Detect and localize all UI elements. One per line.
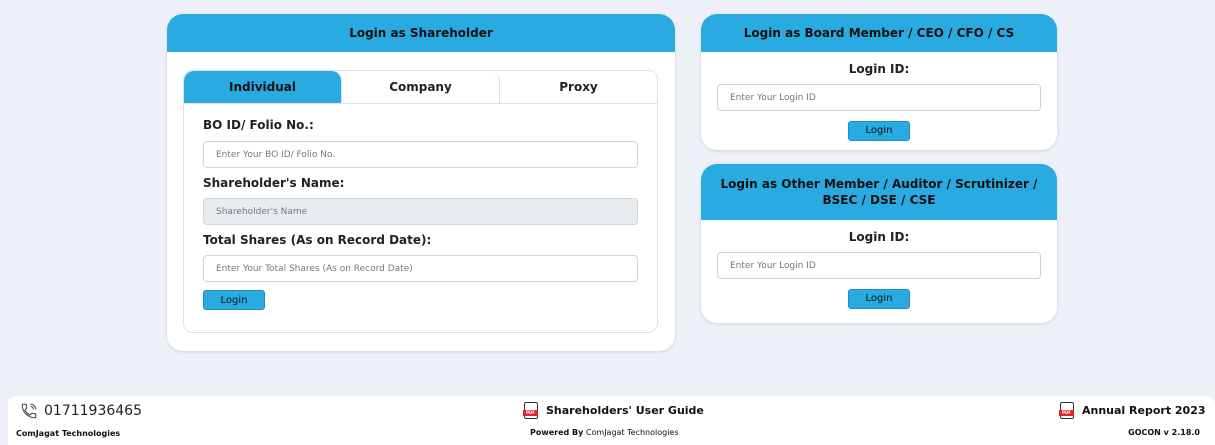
shareholder-login-button[interactable]: Login bbox=[203, 290, 265, 310]
other-login-id-input[interactable] bbox=[717, 252, 1041, 279]
version-label: GOCON v 2.18.0 bbox=[1128, 428, 1200, 437]
footer: 01711936465 ComJagat Technologies Shareh… bbox=[8, 396, 1215, 445]
board-login-id-input[interactable] bbox=[717, 84, 1041, 111]
shareholder-name-label: Shareholder's Name: bbox=[203, 176, 345, 190]
board-login-id-label: Login ID: bbox=[848, 62, 910, 76]
pdf-icon bbox=[523, 402, 538, 419]
bo-id-label: BO ID/ Folio No.: bbox=[203, 118, 314, 132]
board-login-button[interactable]: Login bbox=[848, 120, 910, 141]
other-login-id-label: Login ID: bbox=[848, 230, 910, 244]
powered-by: Powered By ComJagat Technologies bbox=[530, 428, 679, 437]
shareholder-tabs-panel: Individual Company Proxy BO ID/ Folio No… bbox=[183, 70, 658, 333]
board-login-title: Login as Board Member / CEO / CFO / CS bbox=[701, 14, 1057, 52]
other-login-button[interactable]: Login bbox=[848, 288, 910, 309]
other-login-title: Login as Other Member / Auditor / Scruti… bbox=[701, 164, 1057, 220]
tab-proxy[interactable]: Proxy bbox=[500, 71, 657, 103]
board-login-card: Login as Board Member / CEO / CFO / CS L… bbox=[701, 14, 1057, 150]
total-shares-label: Total Shares (As on Record Date): bbox=[203, 233, 432, 247]
total-shares-input[interactable] bbox=[203, 255, 638, 282]
shareholder-name-input bbox=[203, 198, 638, 225]
bo-id-input[interactable] bbox=[203, 141, 638, 168]
user-guide-link[interactable]: Shareholders' User Guide bbox=[523, 402, 704, 419]
other-login-card: Login as Other Member / Auditor / Scruti… bbox=[701, 164, 1057, 323]
shareholder-login-title: Login as Shareholder bbox=[167, 14, 675, 52]
powered-by-prefix: Powered By bbox=[530, 428, 584, 437]
footer-company: ComJagat Technologies bbox=[16, 429, 121, 438]
tab-company[interactable]: Company bbox=[342, 71, 500, 103]
phone-number: 01711936465 bbox=[44, 403, 142, 419]
footer-phone: 01711936465 bbox=[20, 402, 142, 420]
phone-icon bbox=[21, 403, 37, 419]
shareholder-login-card: Login as Shareholder Individual Company … bbox=[167, 14, 675, 351]
shareholder-tabs: Individual Company Proxy bbox=[184, 71, 657, 104]
annual-report-link[interactable]: Annual Report 2023 bbox=[1059, 402, 1206, 419]
pdf-icon bbox=[1059, 402, 1074, 419]
user-guide-label: Shareholders' User Guide bbox=[546, 404, 704, 417]
powered-by-company: ComJagat Technologies bbox=[585, 428, 679, 437]
individual-login-form: BO ID/ Folio No.: Shareholder's Name: To… bbox=[184, 118, 657, 310]
tab-individual[interactable]: Individual bbox=[184, 71, 342, 103]
annual-report-label: Annual Report 2023 bbox=[1082, 404, 1206, 417]
